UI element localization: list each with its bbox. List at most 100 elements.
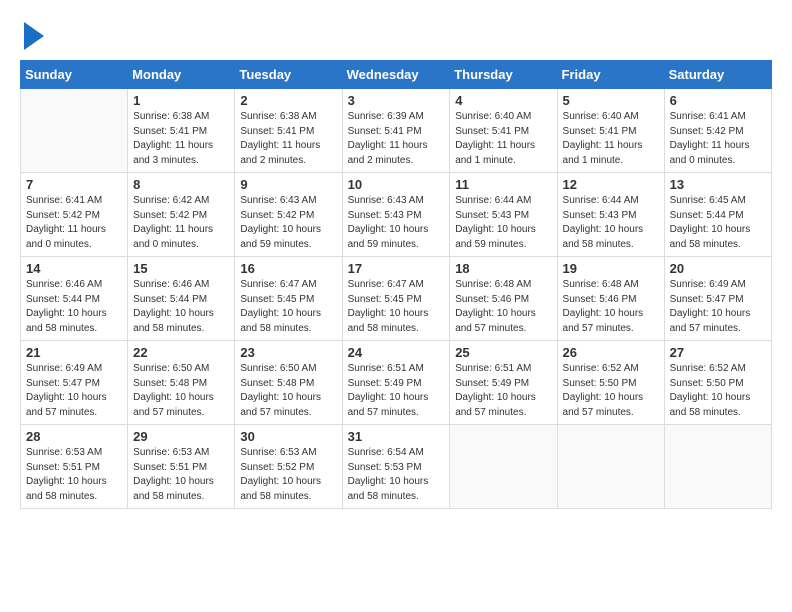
calendar-cell: 19 Sunrise: 6:48 AMSunset: 5:46 PMDayligh…	[557, 257, 664, 341]
calendar-cell: 6 Sunrise: 6:41 AMSunset: 5:42 PMDaylight…	[664, 89, 771, 173]
calendar-header-sunday: Sunday	[21, 61, 128, 89]
day-number: 9	[240, 177, 336, 192]
day-info: Sunrise: 6:48 AMSunset: 5:46 PMDaylight:…	[563, 278, 659, 336]
day-info: Sunrise: 6:44 AMSunset: 5:43 PMDaylight:…	[455, 194, 551, 252]
calendar-week-row: 14 Sunrise: 6:46 AMSunset: 5:44 PMDayligh…	[21, 257, 772, 341]
day-info: Sunrise: 6:38 AMSunset: 5:41 PMDaylight:…	[133, 110, 229, 168]
day-number: 7	[26, 177, 122, 192]
day-number: 18	[455, 261, 551, 276]
calendar-cell: 20 Sunrise: 6:49 AMSunset: 5:47 PMDayligh…	[664, 257, 771, 341]
day-info: Sunrise: 6:43 AMSunset: 5:42 PMDaylight:…	[240, 194, 336, 252]
calendar-cell	[21, 89, 128, 173]
calendar-cell: 30 Sunrise: 6:53 AMSunset: 5:52 PMDayligh…	[235, 425, 342, 509]
day-info: Sunrise: 6:48 AMSunset: 5:46 PMDaylight:…	[455, 278, 551, 336]
day-number: 12	[563, 177, 659, 192]
calendar-cell: 29 Sunrise: 6:53 AMSunset: 5:51 PMDayligh…	[128, 425, 235, 509]
calendar-cell: 15Sunrise: 6:46 AMSunset: 5:44 PMDayligh…	[128, 257, 235, 341]
day-info: Sunrise: 6:41 AMSunset: 5:42 PMDaylight:…	[670, 110, 766, 168]
calendar-header-saturday: Saturday	[664, 61, 771, 89]
day-number: 24	[348, 345, 445, 360]
calendar-cell: 9 Sunrise: 6:43 AMSunset: 5:42 PMDaylight…	[235, 173, 342, 257]
calendar-header-wednesday: Wednesday	[342, 61, 450, 89]
calendar-cell: 7 Sunrise: 6:41 AMSunset: 5:42 PMDaylight…	[21, 173, 128, 257]
day-number: 17	[348, 261, 445, 276]
calendar-cell: 8 Sunrise: 6:42 AMSunset: 5:42 PMDaylight…	[128, 173, 235, 257]
calendar-cell: 3 Sunrise: 6:39 AMSunset: 5:41 PMDaylight…	[342, 89, 450, 173]
day-info: Sunrise: 6:54 AMSunset: 5:53 PMDaylight:…	[348, 446, 445, 504]
calendar-header-monday: Monday	[128, 61, 235, 89]
calendar-cell: 5Sunrise: 6:40 AMSunset: 5:41 PMDaylight…	[557, 89, 664, 173]
day-number: 11	[455, 177, 551, 192]
calendar-week-row: 7 Sunrise: 6:41 AMSunset: 5:42 PMDaylight…	[21, 173, 772, 257]
day-info: Sunrise: 6:47 AMSunset: 5:45 PMDaylight:…	[348, 278, 445, 336]
calendar-cell: 2Sunrise: 6:38 AMSunset: 5:41 PMDaylight…	[235, 89, 342, 173]
day-number: 19	[563, 261, 659, 276]
day-info: Sunrise: 6:49 AMSunset: 5:47 PMDaylight:…	[670, 278, 766, 336]
day-number: 30	[240, 429, 336, 444]
calendar-header-thursday: Thursday	[450, 61, 557, 89]
calendar-cell: 13Sunrise: 6:45 AMSunset: 5:44 PMDayligh…	[664, 173, 771, 257]
day-number: 5	[563, 93, 659, 108]
calendar-cell: 17 Sunrise: 6:47 AMSunset: 5:45 PMDayligh…	[342, 257, 450, 341]
header	[20, 20, 772, 50]
calendar-cell: 24 Sunrise: 6:51 AMSunset: 5:49 PMDayligh…	[342, 341, 450, 425]
calendar-cell: 14 Sunrise: 6:46 AMSunset: 5:44 PMDayligh…	[21, 257, 128, 341]
day-number: 1	[133, 93, 229, 108]
day-info: Sunrise: 6:41 AMSunset: 5:42 PMDaylight:…	[26, 194, 122, 252]
day-number: 8	[133, 177, 229, 192]
day-info: Sunrise: 6:50 AMSunset: 5:48 PMDaylight:…	[133, 362, 229, 420]
day-info: Sunrise: 6:50 AMSunset: 5:48 PMDaylight:…	[240, 362, 336, 420]
calendar-cell: 28 Sunrise: 6:53 AMSunset: 5:51 PMDayligh…	[21, 425, 128, 509]
day-number: 25	[455, 345, 551, 360]
day-info: Sunrise: 6:51 AMSunset: 5:49 PMDaylight:…	[348, 362, 445, 420]
day-info: Sunrise: 6:47 AMSunset: 5:45 PMDaylight:…	[240, 278, 336, 336]
calendar-week-row: 21 Sunrise: 6:49 AMSunset: 5:47 PMDayligh…	[21, 341, 772, 425]
day-number: 14	[26, 261, 122, 276]
calendar-cell: 21 Sunrise: 6:49 AMSunset: 5:47 PMDayligh…	[21, 341, 128, 425]
calendar-cell: 22 Sunrise: 6:50 AMSunset: 5:48 PMDayligh…	[128, 341, 235, 425]
calendar-week-row: 28 Sunrise: 6:53 AMSunset: 5:51 PMDayligh…	[21, 425, 772, 509]
calendar-cell: 10Sunrise: 6:43 AMSunset: 5:43 PMDayligh…	[342, 173, 450, 257]
logo-arrow-icon	[24, 22, 44, 50]
day-info: Sunrise: 6:39 AMSunset: 5:41 PMDaylight:…	[348, 110, 445, 168]
calendar-cell	[664, 425, 771, 509]
day-number: 31	[348, 429, 445, 444]
day-number: 29	[133, 429, 229, 444]
day-info: Sunrise: 6:42 AMSunset: 5:42 PMDaylight:…	[133, 194, 229, 252]
day-number: 6	[670, 93, 766, 108]
day-number: 28	[26, 429, 122, 444]
calendar-header-row: SundayMondayTuesdayWednesdayThursdayFrid…	[21, 61, 772, 89]
day-info: Sunrise: 6:49 AMSunset: 5:47 PMDaylight:…	[26, 362, 122, 420]
calendar-header-tuesday: Tuesday	[235, 61, 342, 89]
day-number: 3	[348, 93, 445, 108]
day-number: 20	[670, 261, 766, 276]
day-number: 16	[240, 261, 336, 276]
calendar-cell: 12 Sunrise: 6:44 AMSunset: 5:43 PMDayligh…	[557, 173, 664, 257]
calendar-cell	[450, 425, 557, 509]
day-number: 13	[670, 177, 766, 192]
day-info: Sunrise: 6:46 AMSunset: 5:44 PMDaylight:…	[26, 278, 122, 336]
day-number: 22	[133, 345, 229, 360]
day-info: Sunrise: 6:53 AMSunset: 5:51 PMDaylight:…	[133, 446, 229, 504]
day-number: 26	[563, 345, 659, 360]
calendar-cell: 23 Sunrise: 6:50 AMSunset: 5:48 PMDayligh…	[235, 341, 342, 425]
calendar-table: SundayMondayTuesdayWednesdayThursdayFrid…	[20, 60, 772, 509]
day-info: Sunrise: 6:53 AMSunset: 5:51 PMDaylight:…	[26, 446, 122, 504]
calendar-cell: 25Sunrise: 6:51 AMSunset: 5:49 PMDayligh…	[450, 341, 557, 425]
calendar-cell	[557, 425, 664, 509]
day-number: 23	[240, 345, 336, 360]
day-info: Sunrise: 6:52 AMSunset: 5:50 PMDaylight:…	[670, 362, 766, 420]
day-number: 10	[348, 177, 445, 192]
day-info: Sunrise: 6:44 AMSunset: 5:43 PMDaylight:…	[563, 194, 659, 252]
calendar-week-row: 1 Sunrise: 6:38 AMSunset: 5:41 PMDaylight…	[21, 89, 772, 173]
day-number: 27	[670, 345, 766, 360]
calendar-cell: 18 Sunrise: 6:48 AMSunset: 5:46 PMDayligh…	[450, 257, 557, 341]
day-info: Sunrise: 6:52 AMSunset: 5:50 PMDaylight:…	[563, 362, 659, 420]
day-number: 15	[133, 261, 229, 276]
calendar-cell: 16 Sunrise: 6:47 AMSunset: 5:45 PMDayligh…	[235, 257, 342, 341]
calendar-cell: 27 Sunrise: 6:52 AMSunset: 5:50 PMDayligh…	[664, 341, 771, 425]
day-info: Sunrise: 6:53 AMSunset: 5:52 PMDaylight:…	[240, 446, 336, 504]
logo	[20, 20, 44, 50]
calendar-cell: 11 Sunrise: 6:44 AMSunset: 5:43 PMDayligh…	[450, 173, 557, 257]
day-number: 21	[26, 345, 122, 360]
